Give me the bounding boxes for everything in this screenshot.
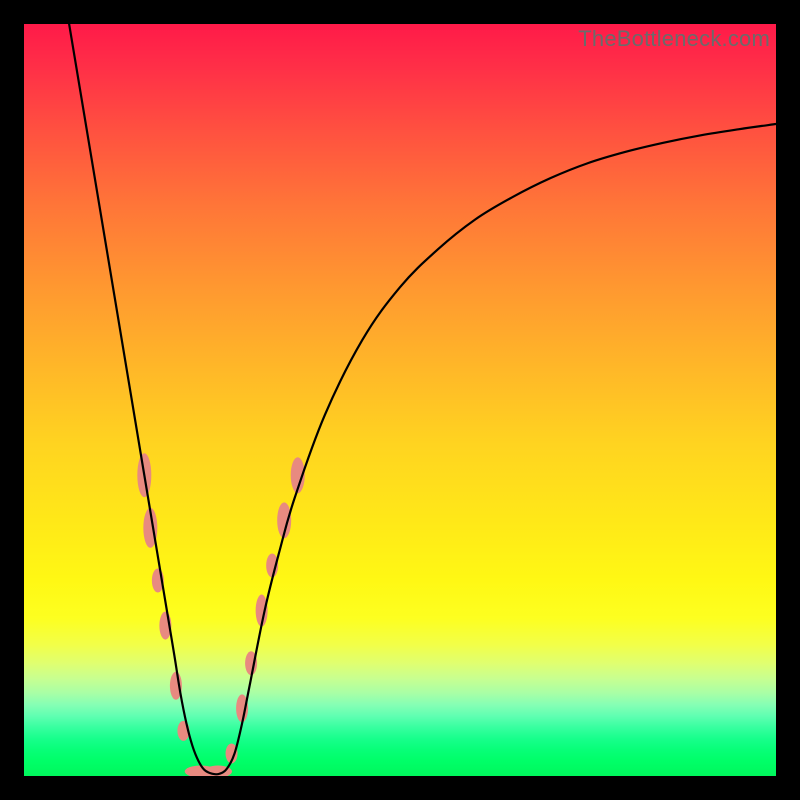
marker-cluster — [137, 453, 304, 776]
bottleneck-plot — [24, 24, 776, 776]
chart-frame: TheBottleneck.com — [24, 24, 776, 776]
bottleneck-curve — [69, 24, 776, 774]
